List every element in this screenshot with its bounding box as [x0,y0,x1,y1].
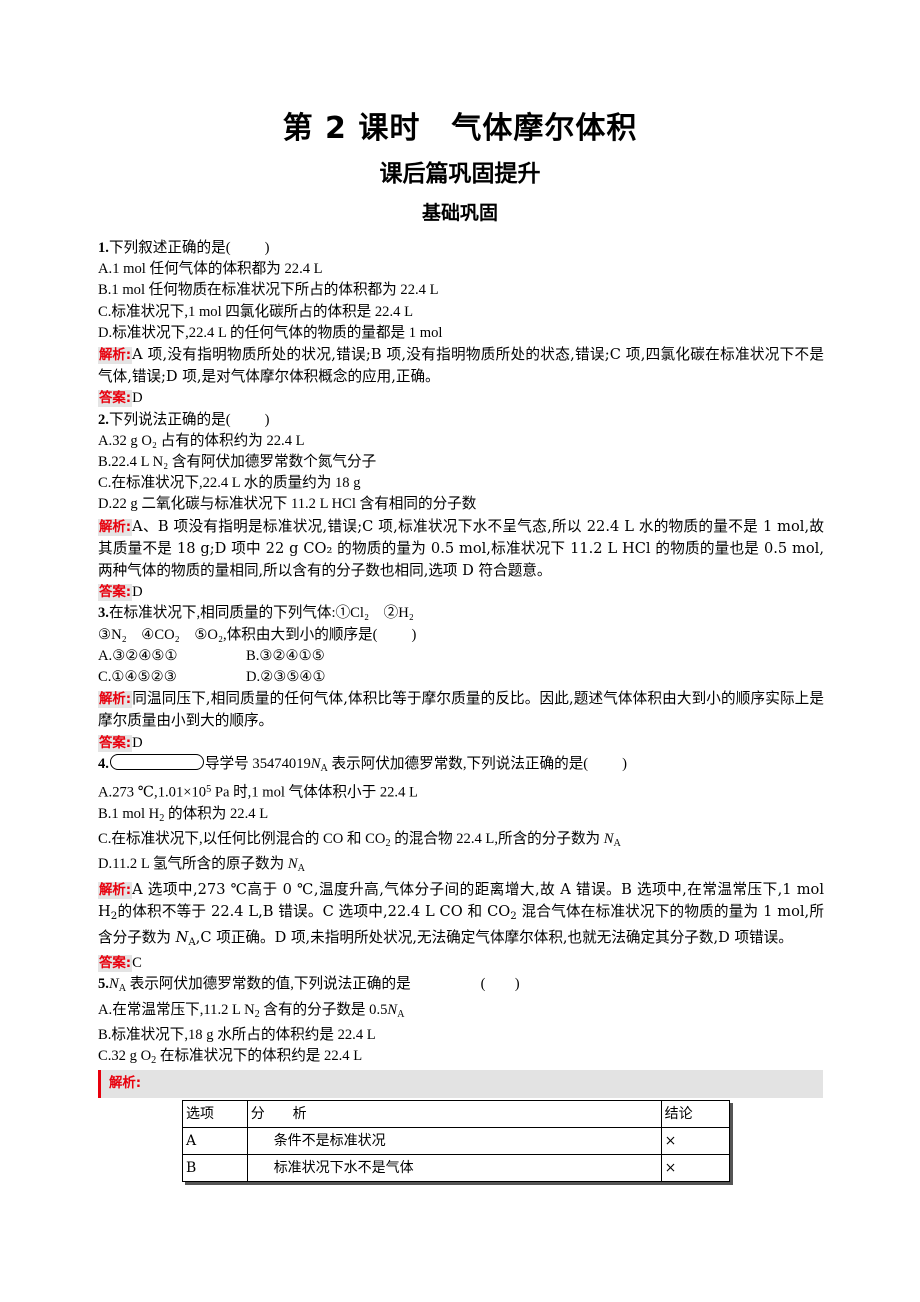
document-page: 第 2 课时 气体摩尔体积 课后篇巩固提升 基础巩固 1.下列叙述正确的是() … [0,0,920,1302]
table-header-analysis: 分 析 [246,1100,662,1128]
explanation-badge: 解析: [98,518,133,536]
section-title: 课后篇巩固提升 [379,160,541,187]
explanation-bar: 解析: [98,1070,823,1098]
question-3-option-c: C.①④⑤②③ [98,669,177,686]
question-2-stem: 2.下列说法正确的是() [98,411,270,428]
table-row: A 条件不是标准状况 × [182,1127,731,1155]
question-3-stem-line-1: 3.在标准状况下,相同质量的下列气体:①Cl₂ ②H₂ [98,605,414,622]
table-cell-conclusion: × [660,1127,731,1155]
question-5-option-a: A.在常温常压下,11.2 L N2 含有的分子数是 0.5NA [98,1001,405,1020]
answer-badge: 答案: [98,584,133,602]
question-3-stem-line-2: ③N₂ ④CO₂ ⑤O₂,体积由大到小的顺序是() [98,626,417,643]
question-4-answer: 答案:C [98,955,142,973]
explanation-badge: 解析: [98,881,133,899]
table-cell-option: B [182,1154,248,1182]
question-1-option-a: A.1 mol 任何气体的体积都为 22.4 L [98,261,323,278]
guide-number-pill [109,753,204,770]
explanation-badge: 解析: [98,347,133,365]
question-1-option-c: C.标准状况下,1 mol 四氯化碳所占的体积是 22.4 L [98,303,413,320]
question-1: 1.下列叙述正确的是() A.1 mol 任何气体的体积都为 22.4 L B.… [98,238,824,410]
question-3-explanation: 解析:同温同压下,相同质量的任何气体,体积比等于摩尔质量的反比。因此,题述气体体… [98,690,824,730]
question-5-option-b: B.标准状况下,18 g 水所占的体积约是 22.4 L [98,1026,376,1043]
table-header-conclusion: 结论 [660,1100,731,1128]
table-header-option: 选项 [182,1100,248,1128]
question-5-stem: 5.NA 表示阿伏加德罗常数的值,下列说法正确的是( ) [98,976,520,995]
question-2-option-d: D.22 g 二氧化碳与标准状况下 11.2 L HCl 含有相同的分子数 [98,496,477,513]
question-2-option-b: B.22.4 L N₂ 含有阿伏加德罗常数个氮气分子 [98,454,377,471]
answer-badge: 答案: [98,390,133,408]
explanation-badge: 解析: [98,691,133,709]
question-1-explanation: 解析:A 项,没有指明物质所处的状况,错误;B 项,没有指明物质所处的状态,错误… [98,346,824,386]
question-5-option-c: C.32 g O2 在标准状况下的体积约是 22.4 L [98,1047,363,1066]
table-cell-option: A [182,1127,248,1155]
question-3-option-d: D.②③⑤④① [246,669,326,686]
question-3-answer: 答案:D [98,734,143,752]
answer-badge: 答案: [98,734,133,752]
question-4: 4. 导学号 35474019NA 表示阿伏加德罗常数,下列说法正确的是() A.… [98,753,824,975]
question-1-option-d: D.标准状况下,22.4 L 的任何气体的物质的量都是 1 mol [98,324,443,341]
question-1-answer: 答案:D [98,390,143,408]
explanation-bar-label: 解析: [109,1076,142,1091]
analysis-table: 选项 分 析 结论 A 条件不是标准状况 × B 标准状况下水不是气体 × [182,1100,731,1182]
table-cell-analysis: 条件不是标准状况 [246,1127,662,1155]
table-row: B 标准状况下水不是气体 × [182,1154,731,1182]
question-3-option-a: A.③②④⑤① [98,647,178,664]
question-3-option-b: B.③②④①⑤ [246,647,325,664]
question-2-explanation: 解析:A、B 项没有指明是标准状况,错误;C 项,标准状况下水不呈气态,所以 2… [98,517,824,580]
question-4-option-c: C.在标准状况下,以任何比例混合的 CO 和 CO2 的混合物 22.4 L,所… [98,830,621,849]
question-4-stem: 4. 导学号 35474019NA 表示阿伏加德罗常数,下列说法正确的是() [98,753,628,774]
question-1-option-b: B.1 mol 任何物质在标准状况下所占的体积都为 22.4 L [98,282,439,299]
question-2-option-a: A.32 g O₂ 占有的体积约为 22.4 L [98,432,305,449]
question-2-option-c: C.在标准状况下,22.4 L 水的质量约为 18 g [98,475,361,492]
questions-container: 1.下列叙述正确的是() A.1 mol 任何气体的体积都为 22.4 L B.… [98,238,824,1092]
question-4-option-d: D.11.2 L 氢气所含的原子数为 NA [98,855,305,874]
table-cell-analysis: 标准状况下水不是气体 [246,1154,662,1182]
question-4-option-b: B.1 mol H2 的体积为 22.4 L [98,805,269,824]
question-4-option-a: A.273 ℃,1.01×105 Pa 时,1 mol 气体体积小于 22.4 … [98,783,418,801]
question-3: 3.在标准状况下,相同质量的下列气体:①Cl₂ ②H₂ ③N₂ ④CO₂ ⑤O₂… [98,603,824,753]
question-3-options-row-2: C.①④⑤②③ D.②③⑤④① [98,667,824,688]
page-title: 第 2 课时 气体摩尔体积 [282,111,638,146]
question-1-stem: 1.下列叙述正确的是() [98,240,270,256]
question-2: 2.下列说法正确的是() A.32 g O₂ 占有的体积约为 22.4 L B.… [98,410,824,604]
question-3-options-row-1: A.③②④⑤① B.③②④①⑤ [98,646,824,667]
table-header-row: 选项 分 析 结论 [182,1100,731,1128]
question-4-explanation: 解析:A 选项中,273 ℃高于 0 ℃,温度升高,气体分子间的距离增大,故 A… [98,880,824,949]
answer-badge: 答案: [98,955,133,973]
question-2-answer: 答案:D [98,584,143,602]
table-cell-conclusion: × [660,1154,731,1182]
analysis-table-wrap: 选项 分 析 结论 A 条件不是标准状况 × B 标准状况下水不是气体 × [182,1100,731,1182]
group-title: 基础巩固 [421,202,498,225]
